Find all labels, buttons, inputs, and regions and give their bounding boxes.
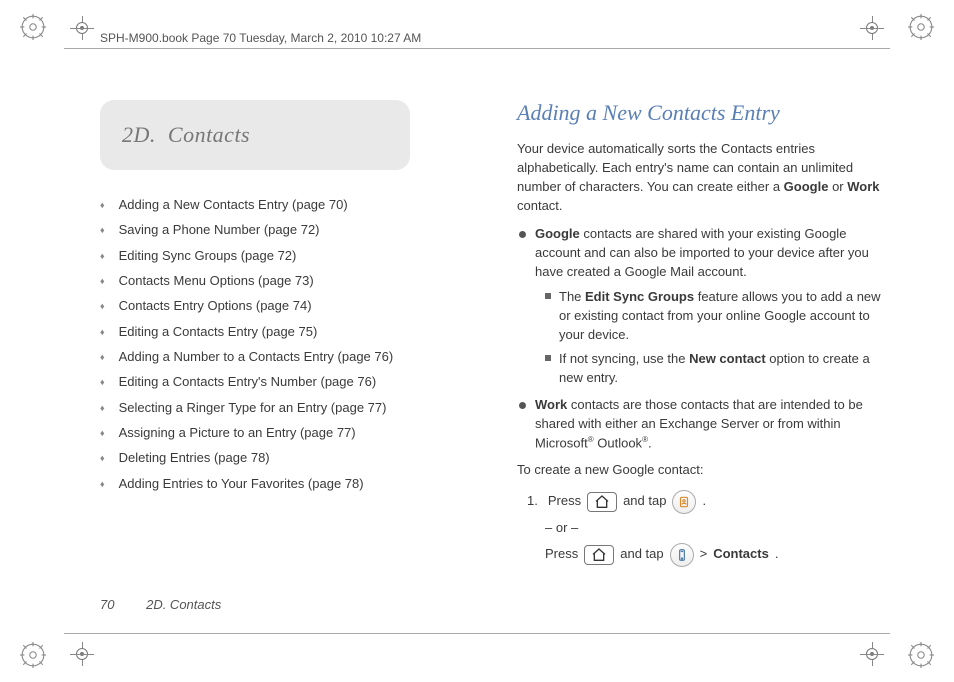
header-rule: [64, 48, 890, 49]
footer-section-label: 2D. Contacts: [146, 597, 221, 612]
text: contacts are those contacts that are int…: [535, 397, 863, 450]
text-bold: New contact: [689, 351, 766, 366]
text: .: [648, 435, 652, 450]
toc-item: Editing Sync Groups (page 72): [100, 243, 477, 268]
toc-item: Selecting a Ringer Type for an Entry (pa…: [100, 395, 477, 420]
text: Press: [548, 491, 581, 512]
text: and tap: [620, 544, 663, 565]
topic-heading: Adding a New Contacts Entry: [517, 100, 894, 126]
text-bold: Google: [784, 179, 829, 194]
crop-mark-icon: [862, 18, 882, 38]
feature-bullets: Google contacts are shared with your exi…: [519, 225, 894, 453]
text-bold: Work: [847, 179, 879, 194]
crop-mark-icon: [862, 644, 882, 664]
contacts-app-icon: [672, 490, 696, 514]
toc-item: Editing a Contacts Entry's Number (page …: [100, 369, 477, 394]
text: .: [775, 544, 779, 565]
text: contact.: [517, 198, 563, 213]
toc-item: Saving a Phone Number (page 72): [100, 217, 477, 242]
crop-gear-icon: [20, 14, 46, 40]
toc-item: Editing a Contacts Entry (page 75): [100, 319, 477, 344]
text: contacts are shared with your existing G…: [535, 226, 869, 279]
toc-list: Adding a New Contacts Entry (page 70) Sa…: [100, 192, 477, 496]
text: If not syncing, use the: [559, 351, 689, 366]
left-column: 2D. Contacts Adding a New Contacts Entry…: [100, 100, 477, 602]
text: or: [828, 179, 847, 194]
bullet-item: Work contacts are those contacts that ar…: [519, 396, 894, 453]
step-list: 1. Press and tap . – or – Press: [527, 490, 894, 567]
toc-item: Deleting Entries (page 78): [100, 445, 477, 470]
section-title: 2D. Contacts: [122, 122, 392, 148]
page-footer: 70 2D. Contacts: [100, 597, 221, 612]
crop-mark-icon: [72, 18, 92, 38]
step-1-alt: Press and tap > Contacts.: [527, 543, 894, 567]
text-bold: Contacts: [713, 544, 769, 565]
text: .: [702, 491, 706, 512]
bullet-item: Google contacts are shared with your exi…: [519, 225, 894, 388]
crop-gear-icon: [20, 642, 46, 668]
page-number: 70: [100, 597, 114, 612]
running-head: SPH-M900.book Page 70 Tuesday, March 2, …: [100, 31, 421, 45]
section-name: Contacts: [168, 122, 250, 147]
step-1: 1. Press and tap .: [527, 490, 894, 514]
footer-rule: [64, 633, 890, 634]
text: and tap: [623, 491, 666, 512]
crop-gear-icon: [908, 14, 934, 40]
section-title-box: 2D. Contacts: [100, 100, 410, 170]
text-bold: Edit Sync Groups: [585, 289, 694, 304]
text-bold: Work: [535, 397, 567, 412]
section-number: 2D.: [122, 122, 156, 147]
text: The: [559, 289, 585, 304]
text: Outlook: [594, 435, 642, 450]
step-or: – or –: [527, 518, 894, 539]
step-number: 1.: [527, 491, 538, 512]
toc-item: Adding Entries to Your Favorites (page 7…: [100, 471, 477, 496]
intro-paragraph: Your device automatically sorts the Cont…: [517, 140, 894, 215]
procedure-label: To create a new Google contact:: [517, 461, 894, 480]
toc-item: Adding a New Contacts Entry (page 70): [100, 192, 477, 217]
page-content: 2D. Contacts Adding a New Contacts Entry…: [100, 100, 894, 602]
home-key-icon: [584, 545, 614, 565]
text: Press: [545, 544, 578, 565]
sub-bullet-item: The Edit Sync Groups feature allows you …: [545, 288, 894, 345]
crop-gear-icon: [908, 642, 934, 668]
phone-app-icon: [670, 543, 694, 567]
text-bold: Google: [535, 226, 580, 241]
toc-item: Contacts Entry Options (page 74): [100, 293, 477, 318]
toc-item: Contacts Menu Options (page 73): [100, 268, 477, 293]
sub-bullet-item: If not syncing, use the New contact opti…: [545, 350, 894, 388]
crop-mark-icon: [72, 644, 92, 664]
text: – or –: [545, 518, 578, 539]
toc-item: Assigning a Picture to an Entry (page 77…: [100, 420, 477, 445]
right-column: Adding a New Contacts Entry Your device …: [517, 100, 894, 602]
toc-item: Adding a Number to a Contacts Entry (pag…: [100, 344, 477, 369]
text: >: [700, 544, 708, 565]
sub-bullets: The Edit Sync Groups feature allows you …: [545, 288, 894, 388]
home-key-icon: [587, 492, 617, 512]
